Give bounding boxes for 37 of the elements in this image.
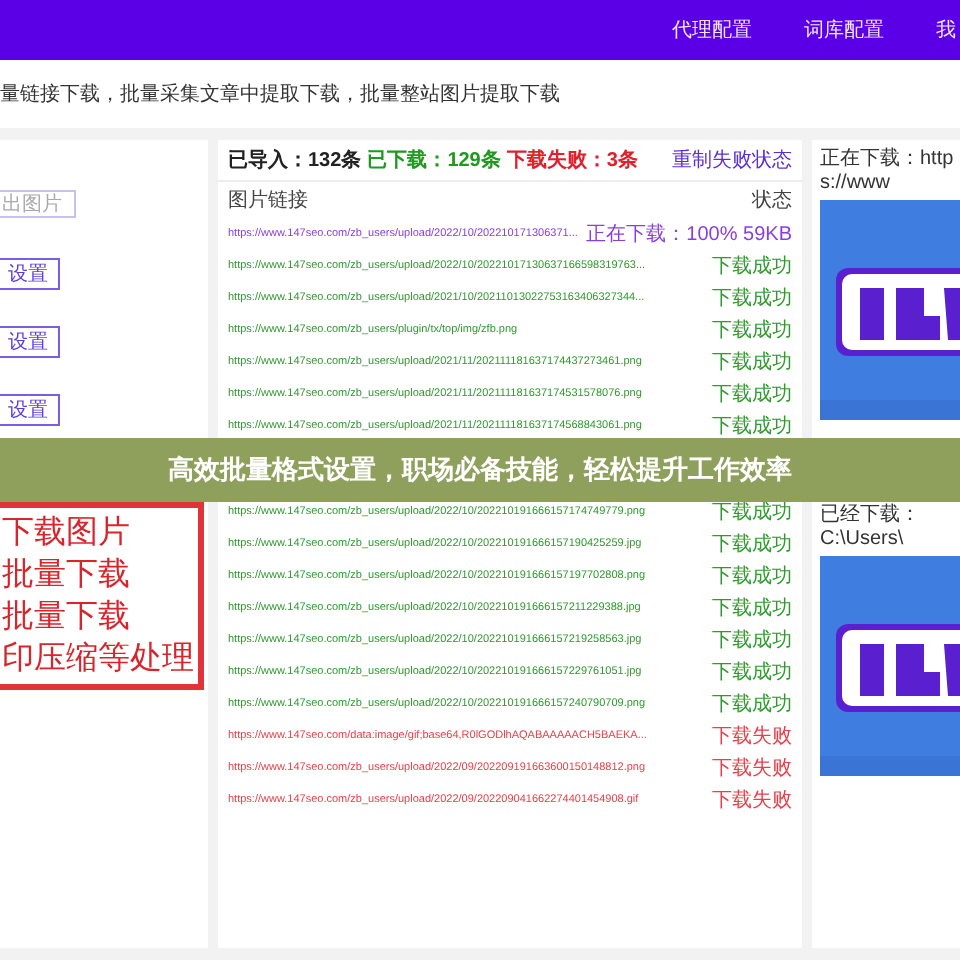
status-cell-text: 下载失败 xyxy=(712,787,792,815)
promo-text: 下载图片 xyxy=(2,513,132,554)
status-cell-text: 下载成功 xyxy=(712,499,792,527)
status-cell-text: 下载成功 xyxy=(712,691,792,719)
promo-text: 批量下载 xyxy=(2,555,132,596)
settings-button[interactable]: 设置 xyxy=(0,258,60,290)
nav-link[interactable]: 词库配置 xyxy=(804,15,884,45)
status-cell-text: 下载成功 xyxy=(712,285,792,313)
preview-label: 正在下载：https://www xyxy=(820,145,956,198)
status-cell-text: 下载成功 xyxy=(712,563,792,591)
reset-link[interactable]: 重制失败状态 xyxy=(672,145,792,175)
stat-text: 下载失败：3条 xyxy=(506,147,638,175)
status-cell-text: 下载失败 xyxy=(712,723,792,751)
settings-button[interactable]: 设置 xyxy=(0,326,60,358)
status-cell-text: 下载成功 xyxy=(712,627,792,655)
stat-text: 已导入：132条 xyxy=(228,147,362,175)
status-cell-text: 下载成功 xyxy=(712,531,792,559)
status-cell-text: 下载成功 xyxy=(712,659,792,687)
status-cell-text: 正在下载：100% 59KB xyxy=(586,221,792,249)
status-cell-text: 下载成功 xyxy=(712,595,792,623)
banner-text: 高效批量格式设置，职场必备技能，轻松提升工作效率 xyxy=(168,452,792,489)
nav-link[interactable]: 代理配置 xyxy=(672,15,752,45)
status-cell-text: 下载成功 xyxy=(712,349,792,377)
column-header: 状态 xyxy=(752,187,792,215)
preview-label: 已经下载：C:\Users\ xyxy=(820,501,922,554)
status-cell-text: 下载成功 xyxy=(712,253,792,281)
status-cell-text: 下载成功 xyxy=(712,413,792,441)
stat-text: 已下载：129条 xyxy=(367,147,501,175)
column-header: 图片链接 xyxy=(228,187,308,215)
promo-text: 批量下载 xyxy=(2,597,132,638)
settings-button[interactable]: 设置 xyxy=(0,394,60,426)
status-cell-text: 下载成功 xyxy=(712,381,792,409)
status-cell-text: 下载失败 xyxy=(712,755,792,783)
status-cell-text: 下载成功 xyxy=(712,317,792,345)
page-subtitle: 量链接下载，批量采集文章中提取下载，批量整站图片提取下载 xyxy=(0,81,560,109)
nav-link[interactable]: 我 xyxy=(936,15,956,45)
promo-text: 印压缩等处理 xyxy=(2,639,196,680)
